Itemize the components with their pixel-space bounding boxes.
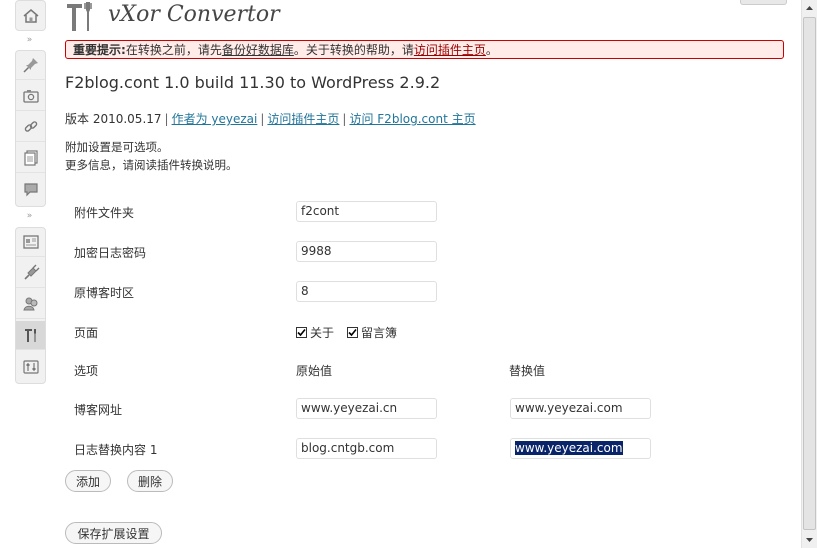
about-checkbox[interactable] [296,327,307,338]
scroll-up-arrow-icon[interactable] [802,0,817,16]
selected-text: www.yeyezai.com [515,441,623,455]
checkmark-icon [297,328,306,337]
plugin-meta: 版本 2010.05.17 | 作者为 yeyezai | 访问插件主页 | 访问 F2bl… [65,110,476,127]
guestbook-checkbox-label: 留言簿 [361,326,398,340]
tools-header-icon [64,0,98,34]
blog-url-replace-input[interactable]: www.yeyezai.com [510,398,651,419]
tools-icon[interactable] [16,321,45,350]
media-icon[interactable] [16,82,45,111]
settings-icon[interactable] [16,352,45,381]
blog-url-label: 博客网址 [74,403,123,417]
notice-label: 重要提示: [73,43,126,57]
attach-folder-input[interactable]: f2cont [296,201,437,222]
separator-arrow-icon[interactable]: » [15,35,44,45]
encrypt-password-input[interactable]: 9988 [296,241,437,262]
blog-url-original-input[interactable]: www.yeyezai.cn [296,398,437,419]
checkmark-icon [348,328,357,337]
notice-plugin-link[interactable]: 访问插件主页 [414,43,486,57]
meta-separator: | [342,112,347,126]
about-checkbox-label: 关于 [310,326,335,340]
version-text: 版本 2010.05.17 [65,112,162,126]
appearance-icon[interactable] [16,228,45,257]
plugin-title: vXor Convertor [108,2,280,27]
original-value-header: 原始值 [296,364,333,378]
warning-notice: 重要提示:在转换之前，请先备份好数据库。关于转换的帮助，请访问插件主页。 [65,40,784,59]
author-link[interactable]: 作者为 yeyezai [172,112,258,126]
timezone-label: 原博客时区 [74,286,135,300]
description-line: 更多信息，请阅读插件转换说明。 [65,158,238,172]
notice-text: 在转换之前，请先 [125,43,222,57]
posts-icon[interactable] [16,51,45,80]
menu-group-admin [15,227,46,384]
notice-text-end: 。 [485,43,498,57]
pages-label: 页面 [74,326,99,340]
replace-content-replace-input[interactable]: www.yeyezai.com [510,438,651,459]
save-settings-button[interactable]: 保存扩展设置 [65,522,162,544]
replace-content-label: 日志替换内容 1 [74,443,158,457]
pages-icon[interactable] [16,144,45,173]
comments-icon[interactable] [16,175,45,204]
links-icon[interactable] [16,113,45,142]
admin-menu: » » [0,0,58,548]
meta-separator: | [260,112,265,126]
timezone-input[interactable]: 8 [296,281,437,302]
menu-group-content [15,50,46,207]
notice-text-mid: 。关于转换的帮助，请 [293,43,414,57]
separator-arrow-icon[interactable]: » [15,211,44,221]
plugins-icon[interactable] [16,259,45,288]
scrollbar-thumb[interactable] [803,17,816,530]
options-header-label: 选项 [74,364,99,378]
plugin-homepage-link[interactable]: 访问插件主页 [267,112,339,126]
guestbook-checkbox-wrap[interactable]: 留言簿 [347,324,397,341]
notice-backup-text: 备份好数据库 [221,43,294,57]
meta-separator: | [164,112,169,126]
about-checkbox-wrap[interactable]: 关于 [296,324,334,341]
page-title: F2blog.cont 1.0 build 11.30 to WordPress… [65,73,441,92]
users-icon[interactable] [16,290,45,319]
vertical-scrollbar[interactable] [801,0,817,548]
encrypt-password-label: 加密日志密码 [74,246,147,260]
f2blog-homepage-link[interactable]: 访问 F2blog.cont 主页 [349,112,475,126]
guestbook-checkbox[interactable] [347,327,358,338]
add-button[interactable]: 添加 [65,470,111,492]
attach-folder-label: 附件文件夹 [74,206,135,220]
dashboard-icon[interactable] [16,1,45,30]
replace-content-original-input[interactable]: blog.cntgb.com [296,438,437,459]
screen-options-tab[interactable] [740,0,787,5]
scroll-down-arrow-icon[interactable] [802,532,817,548]
replace-value-header: 替换值 [509,364,546,378]
menu-group-dashboard [15,0,46,31]
delete-button[interactable]: 删除 [127,470,173,492]
description-line: 附加设置是可选项。 [65,140,169,154]
